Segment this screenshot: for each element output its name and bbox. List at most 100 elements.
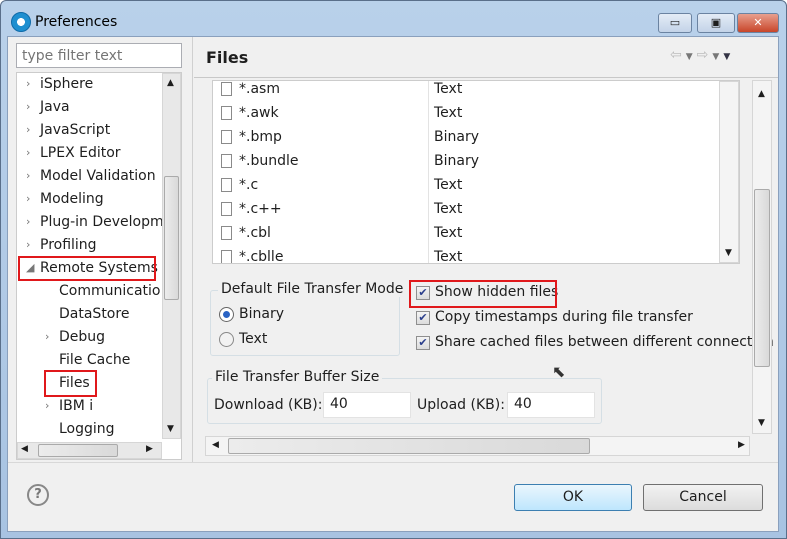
forward-menu-icon[interactable]: ▼ bbox=[712, 52, 723, 62]
scroll-down-icon[interactable]: ▼ bbox=[725, 248, 732, 258]
checkbox[interactable]: ✔ bbox=[416, 336, 430, 350]
file-pattern: *.cbl bbox=[239, 225, 271, 241]
tree-item[interactable]: JavaScript bbox=[40, 119, 110, 141]
expand-arrow-icon[interactable]: › bbox=[45, 399, 49, 412]
table-row[interactable]: *.bmp Binary bbox=[213, 125, 719, 149]
cancel-button[interactable]: Cancel bbox=[643, 484, 763, 511]
table-row[interactable]: *.c++ Text bbox=[213, 197, 719, 221]
file-type: Text bbox=[434, 201, 463, 217]
close-button[interactable]: ✕ bbox=[737, 13, 779, 33]
scroll-down-icon[interactable]: ▼ bbox=[758, 418, 765, 428]
scroll-up-icon[interactable]: ▲ bbox=[758, 89, 765, 99]
view-menu-icon[interactable]: ▼ bbox=[723, 52, 734, 62]
expand-arrow-icon[interactable]: › bbox=[26, 146, 30, 159]
tree-item[interactable]: Logging bbox=[59, 418, 115, 440]
help-icon[interactable]: ? bbox=[27, 484, 49, 506]
transfer-mode-label: Default File Transfer Mode bbox=[218, 281, 407, 297]
expand-arrow-icon[interactable]: › bbox=[26, 169, 30, 182]
scroll-thumb[interactable] bbox=[754, 189, 770, 367]
scroll-thumb[interactable] bbox=[164, 176, 179, 300]
file-type: Text bbox=[434, 177, 463, 193]
scroll-down-icon[interactable]: ▼ bbox=[167, 424, 174, 434]
expand-arrow-icon[interactable]: › bbox=[26, 192, 30, 205]
file-pattern: *.c bbox=[239, 177, 259, 193]
tree-item[interactable]: Profiling bbox=[40, 234, 97, 256]
checkbox-label[interactable]: Copy timestamps during file transfer bbox=[435, 309, 693, 325]
filter-input[interactable] bbox=[16, 43, 182, 68]
table-row[interactable]: *.c Text bbox=[213, 173, 719, 197]
tree-item[interactable]: Model Validation bbox=[40, 165, 156, 187]
tree-item[interactable]: Plug-in Developm bbox=[40, 211, 164, 233]
ok-button[interactable]: OK bbox=[514, 484, 632, 511]
file-type: Text bbox=[434, 249, 463, 264]
table-row[interactable]: *.bundle Binary bbox=[213, 149, 719, 173]
maximize-button[interactable]: ▣ bbox=[697, 13, 735, 33]
tree-item[interactable]: File Cache bbox=[59, 349, 130, 371]
scroll-thumb[interactable] bbox=[228, 438, 590, 454]
expand-arrow-icon[interactable]: › bbox=[26, 215, 30, 228]
expand-arrow-icon[interactable]: › bbox=[26, 123, 30, 136]
scroll-left-icon[interactable]: ◀ bbox=[21, 444, 28, 454]
file-pattern: *.bundle bbox=[239, 153, 299, 169]
tree-item[interactable]: DataStore bbox=[59, 303, 129, 325]
expand-arrow-icon[interactable]: › bbox=[26, 77, 30, 90]
expand-arrow-icon[interactable]: › bbox=[26, 100, 30, 113]
tree-item[interactable]: IBM i bbox=[59, 395, 93, 417]
expand-arrow-icon[interactable]: › bbox=[26, 238, 30, 251]
minimize-button[interactable]: ▭ bbox=[658, 13, 692, 33]
file-type: Text bbox=[434, 225, 463, 241]
file-type: Binary bbox=[434, 129, 479, 145]
nav-buttons: ⇦▼⇨▼▼ bbox=[670, 47, 734, 63]
radio-binary-label[interactable]: Binary bbox=[239, 306, 284, 322]
checkbox[interactable]: ✔ bbox=[416, 311, 430, 325]
radio-text[interactable] bbox=[219, 332, 234, 347]
highlight-show-hidden bbox=[409, 280, 557, 308]
scroll-thumb[interactable] bbox=[38, 444, 118, 457]
file-icon bbox=[221, 202, 232, 216]
window-title: Preferences bbox=[35, 14, 118, 30]
scroll-right-icon[interactable]: ▶ bbox=[146, 444, 153, 454]
page-horizontal-scrollbar[interactable]: ◀ ▶ bbox=[205, 436, 750, 456]
scroll-right-icon[interactable]: ▶ bbox=[738, 440, 745, 450]
upload-label: Upload (KB): bbox=[417, 397, 505, 413]
tree-horizontal-scrollbar[interactable]: ◀ ▶ bbox=[17, 442, 162, 459]
tree-item[interactable]: iSphere bbox=[40, 73, 93, 95]
scroll-left-icon[interactable]: ◀ bbox=[212, 440, 219, 450]
radio-binary[interactable] bbox=[219, 307, 234, 322]
back-menu-icon[interactable]: ▼ bbox=[686, 52, 697, 62]
tree-item[interactable]: Communicatio bbox=[59, 280, 160, 302]
radio-text-label[interactable]: Text bbox=[239, 331, 267, 347]
table-row[interactable]: *.cbl Text bbox=[213, 221, 719, 245]
table-vertical-scrollbar[interactable]: ▼ bbox=[719, 81, 739, 263]
download-input[interactable]: 40 bbox=[323, 392, 411, 418]
file-pattern: *.c++ bbox=[239, 201, 282, 217]
checkbox-label[interactable]: Share cached files between different con… bbox=[435, 334, 774, 350]
tree-item[interactable]: LPEX Editor bbox=[40, 142, 121, 164]
page-vertical-scrollbar[interactable]: ▲ ▼ bbox=[752, 80, 772, 434]
file-icon bbox=[221, 226, 232, 240]
file-pattern: *.asm bbox=[239, 81, 280, 97]
forward-icon[interactable]: ⇨ bbox=[697, 47, 713, 63]
page-title: Files bbox=[206, 48, 249, 67]
tree-item[interactable]: Modeling bbox=[40, 188, 104, 210]
file-pattern: *.cblle bbox=[239, 249, 284, 264]
table-row[interactable]: *.cblle Text bbox=[213, 245, 719, 264]
download-label: Download (KB): bbox=[214, 397, 323, 413]
scroll-up-icon[interactable]: ▲ bbox=[167, 78, 174, 88]
footer-separator bbox=[8, 462, 778, 463]
title-separator bbox=[194, 77, 778, 78]
file-types-table: *.asm Text *.awk Text *.bmp Binary *.bundle Bin… bbox=[212, 80, 740, 264]
file-pattern: *.bmp bbox=[239, 129, 282, 145]
table-row[interactable]: *.asm Text bbox=[213, 81, 719, 101]
upload-input[interactable]: 40 bbox=[507, 392, 595, 418]
back-icon[interactable]: ⇦ bbox=[670, 47, 686, 63]
table-row[interactable]: *.awk Text bbox=[213, 101, 719, 125]
file-icon bbox=[221, 130, 232, 144]
file-type: Text bbox=[434, 105, 463, 121]
tree-vertical-scrollbar[interactable]: ▲ ▼ bbox=[162, 73, 181, 439]
file-icon bbox=[221, 106, 232, 120]
sash[interactable] bbox=[192, 37, 193, 462]
expand-arrow-icon[interactable]: › bbox=[45, 330, 49, 343]
tree-item[interactable]: Java bbox=[40, 96, 70, 118]
tree-item[interactable]: Debug bbox=[59, 326, 105, 348]
